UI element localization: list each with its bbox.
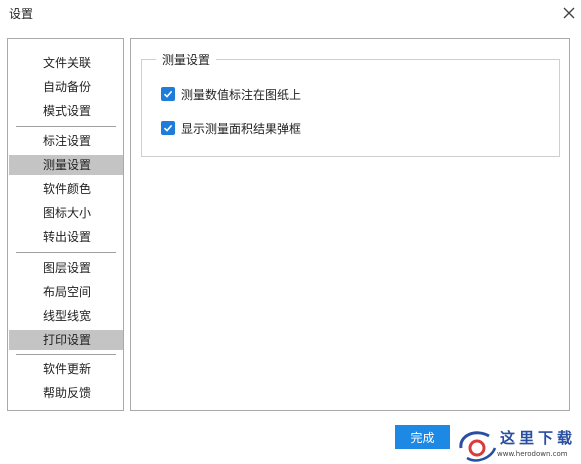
sidebar-item-auto-backup[interactable]: 自动备份 bbox=[9, 77, 123, 97]
sidebar-item-label: 测量设置 bbox=[43, 158, 92, 172]
window-title: 设置 bbox=[9, 7, 34, 21]
settings-content-panel: 测量设置 测量数值标注在图纸上 显示测量面积结果弹框 bbox=[130, 38, 570, 411]
sidebar-item-label: 打印设置 bbox=[43, 333, 92, 347]
sidebar-item-software-color[interactable]: 软件颜色 bbox=[9, 179, 123, 199]
sidebar-item-label: 图层设置 bbox=[43, 261, 92, 275]
sidebar-item-help-feedback[interactable]: 帮助反馈 bbox=[9, 383, 123, 403]
sidebar-item-label: 图标大小 bbox=[43, 206, 92, 220]
option-label: 测量数值标注在图纸上 bbox=[181, 87, 302, 102]
sidebar-item-label: 标注设置 bbox=[43, 134, 92, 148]
watermark-text: 这里下载 bbox=[500, 429, 577, 447]
sidebar-item-layer-settings[interactable]: 图层设置 bbox=[9, 258, 123, 278]
watermark-url: www.herodown.com bbox=[497, 450, 568, 458]
sidebar-item-label: 模式设置 bbox=[43, 104, 92, 118]
sidebar-item-label: 帮助反馈 bbox=[43, 386, 92, 400]
sidebar-item-icon-size[interactable]: 图标大小 bbox=[9, 203, 123, 223]
sidebar-item-export-settings[interactable]: 转出设置 bbox=[9, 227, 123, 247]
sidebar-item-label: 文件关联 bbox=[43, 56, 92, 70]
sidebar-divider bbox=[16, 126, 116, 127]
close-icon bbox=[563, 7, 575, 19]
sidebar-divider bbox=[16, 354, 116, 355]
close-button[interactable] bbox=[558, 2, 580, 24]
sidebar-item-linetype-lineweight[interactable]: 线型线宽 bbox=[9, 306, 123, 326]
measure-settings-group: 测量设置 测量数值标注在图纸上 显示测量面积结果弹框 bbox=[141, 51, 560, 157]
sidebar-divider bbox=[16, 252, 116, 253]
title-bar: 设置 bbox=[0, 0, 581, 26]
option-show-area-result-popup[interactable]: 显示测量面积结果弹框 bbox=[161, 119, 301, 137]
option-annotate-measurement[interactable]: 测量数值标注在图纸上 bbox=[161, 85, 301, 103]
done-button[interactable]: 完成 bbox=[395, 425, 450, 449]
sidebar-item-annotation-settings[interactable]: 标注设置 bbox=[9, 131, 123, 151]
sidebar-item-file-association[interactable]: 文件关联 bbox=[9, 53, 123, 73]
sidebar-item-mode-settings[interactable]: 模式设置 bbox=[9, 101, 123, 121]
checkmark-icon bbox=[163, 124, 173, 132]
checkbox-checked[interactable] bbox=[161, 87, 175, 101]
checkmark-icon bbox=[163, 90, 173, 98]
sidebar-item-label: 线型线宽 bbox=[43, 309, 92, 323]
sidebar-item-measure-settings[interactable]: 测量设置 bbox=[9, 155, 123, 175]
settings-sidebar: 文件关联 自动备份 模式设置 标注设置 测量设置 软件颜色 图标大小 转出设置 … bbox=[7, 38, 124, 411]
sidebar-item-label: 软件颜色 bbox=[43, 182, 92, 196]
watermark-logo-icon bbox=[459, 431, 497, 462]
watermark: 这里下载 www.herodown.com bbox=[455, 426, 581, 464]
sidebar-item-label: 软件更新 bbox=[43, 362, 92, 376]
sidebar-item-label: 转出设置 bbox=[43, 230, 92, 244]
checkbox-checked[interactable] bbox=[161, 121, 175, 135]
group-title: 测量设置 bbox=[156, 51, 217, 68]
sidebar-item-label: 布局空间 bbox=[43, 285, 92, 299]
sidebar-item-software-update[interactable]: 软件更新 bbox=[9, 359, 123, 379]
sidebar-item-layout-space[interactable]: 布局空间 bbox=[9, 282, 123, 302]
option-label: 显示测量面积结果弹框 bbox=[181, 121, 302, 136]
sidebar-item-print-settings[interactable]: 打印设置 bbox=[9, 330, 123, 350]
sidebar-item-label: 自动备份 bbox=[43, 80, 92, 94]
